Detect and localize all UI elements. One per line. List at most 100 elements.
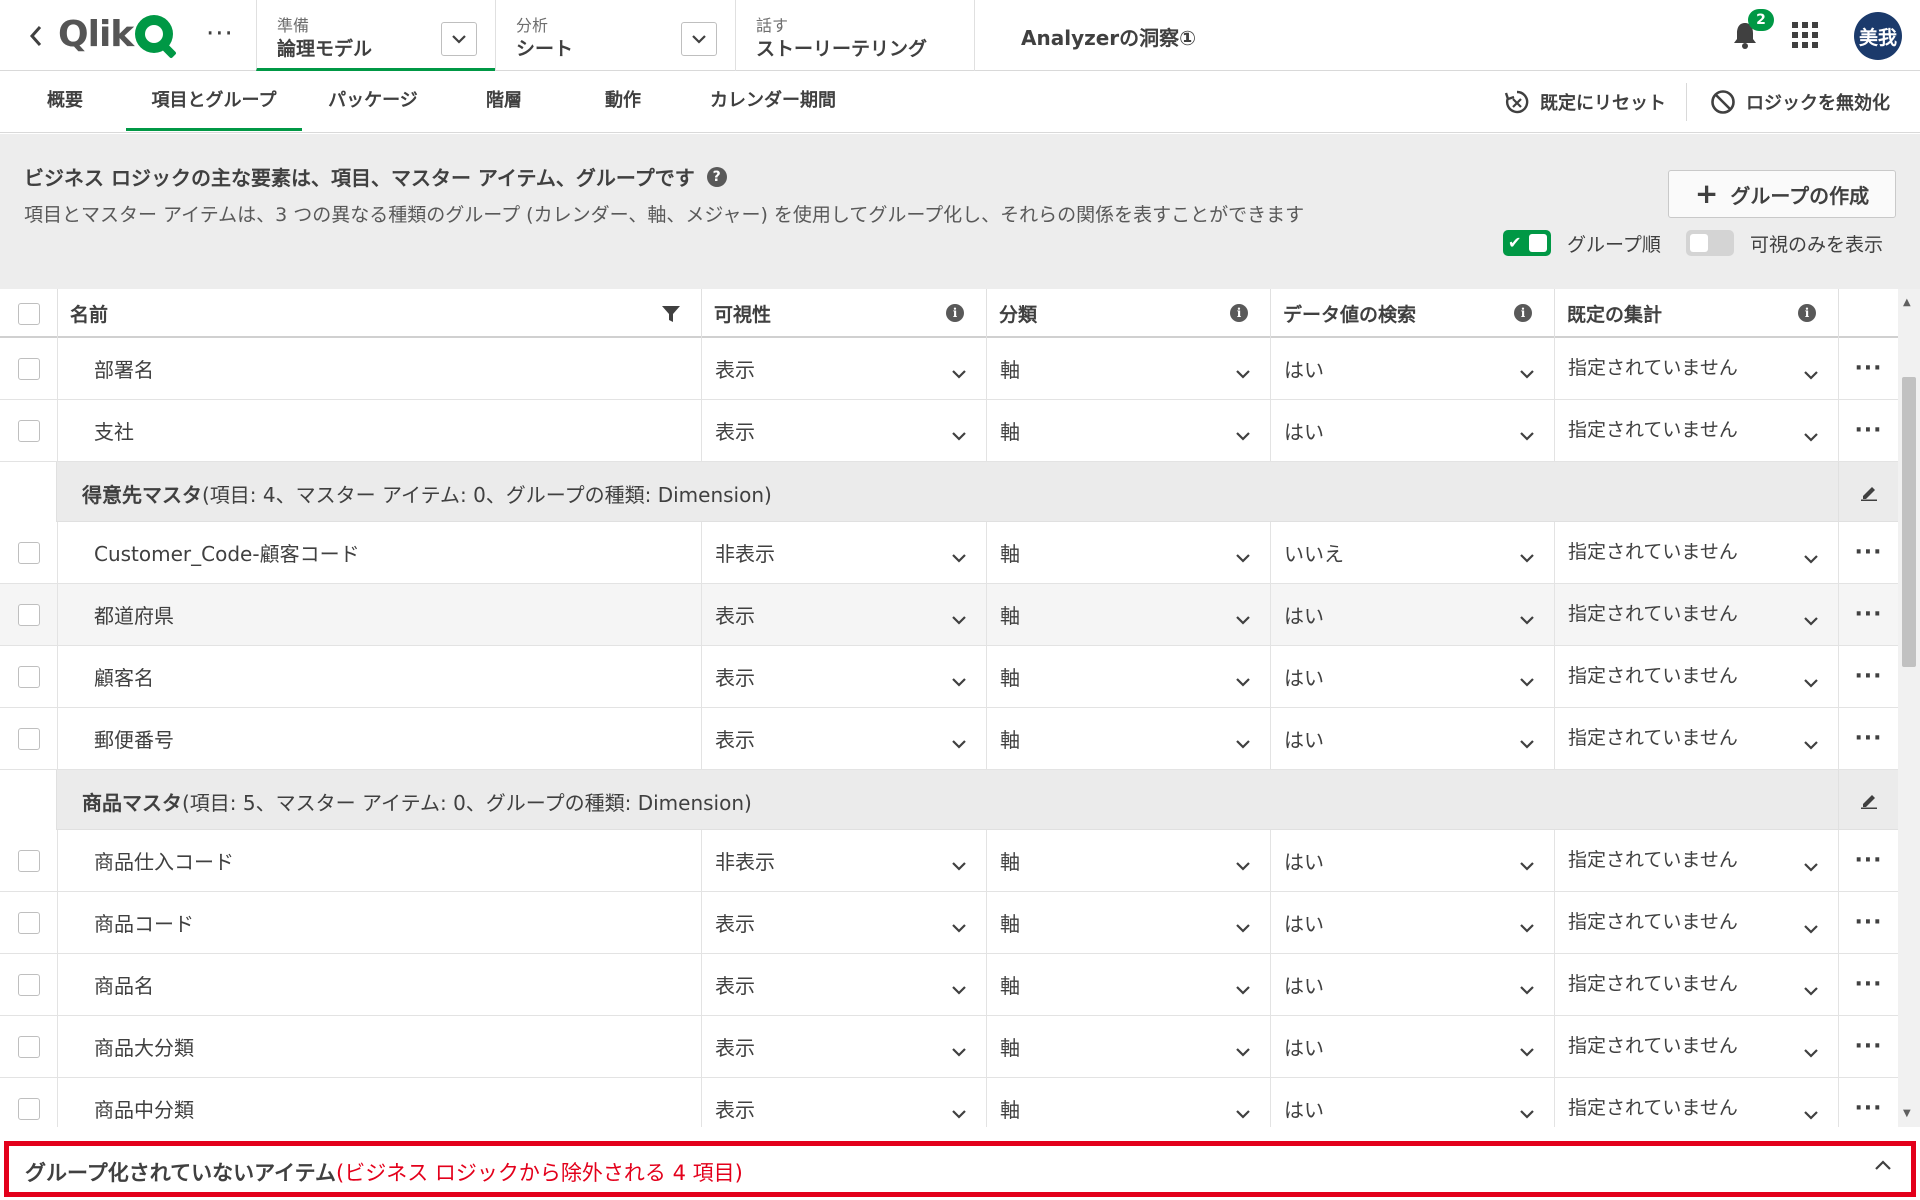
classification-select[interactable]: 軸 — [986, 646, 1270, 707]
classification-select[interactable]: 軸 — [986, 892, 1270, 953]
info-icon[interactable]: i — [1230, 304, 1248, 322]
visibility-select[interactable]: 表示 — [701, 1078, 986, 1127]
stage-narrate[interactable]: 話す ストーリーテリング — [735, 0, 975, 71]
row-more-button[interactable]: ··· — [1838, 1078, 1898, 1127]
more-menu-button[interactable]: ··· — [206, 20, 234, 48]
row-checkbox[interactable] — [17, 727, 40, 750]
search-select[interactable]: はい — [1270, 708, 1554, 769]
row-checkbox[interactable] — [17, 603, 40, 626]
column-header-classification[interactable]: 分類 i — [986, 289, 1270, 338]
classification-select[interactable]: 軸 — [986, 1016, 1270, 1077]
row-checkbox[interactable] — [17, 973, 40, 996]
aggregation-select[interactable]: 指定されていません — [1554, 584, 1838, 645]
visible-only-switch[interactable] — [1686, 230, 1734, 256]
aggregation-select[interactable]: 指定されていません — [1554, 646, 1838, 707]
row-more-button[interactable]: ··· — [1838, 830, 1898, 891]
row-checkbox[interactable] — [17, 419, 40, 442]
aggregation-select[interactable]: 指定されていません — [1554, 400, 1838, 461]
row-more-button[interactable]: ··· — [1838, 646, 1898, 707]
scrollbar-thumb[interactable] — [1902, 377, 1916, 667]
visible-only-toggle[interactable]: 可視のみを表示 — [1686, 228, 1883, 258]
table-row[interactable]: 顧客名 表示 軸 はい 指定されていません ··· — [0, 646, 1898, 708]
table-scrollbar[interactable]: ▲ ▼ — [1898, 289, 1920, 1127]
search-select[interactable]: はい — [1270, 892, 1554, 953]
aggregation-select[interactable]: 指定されていません — [1554, 1078, 1838, 1127]
row-more-button[interactable]: ··· — [1838, 522, 1898, 583]
visibility-select[interactable]: 表示 — [701, 400, 986, 461]
group-order-switch[interactable]: ✔ — [1503, 230, 1551, 256]
search-select[interactable]: いいえ — [1270, 522, 1554, 583]
row-checkbox[interactable] — [17, 849, 40, 872]
visibility-select[interactable]: 表示 — [701, 708, 986, 769]
column-header-visibility[interactable]: 可視性 i — [701, 289, 986, 338]
stage-prepare[interactable]: 準備 論理モデル — [256, 0, 495, 71]
aggregation-select[interactable]: 指定されていません — [1554, 830, 1838, 891]
row-more-button[interactable]: ··· — [1838, 892, 1898, 953]
stage-dropdown-button[interactable] — [441, 22, 477, 56]
info-icon[interactable]: i — [1514, 304, 1532, 322]
classification-select[interactable]: 軸 — [986, 708, 1270, 769]
user-avatar[interactable]: 美我 — [1854, 12, 1902, 60]
search-select[interactable]: はい — [1270, 584, 1554, 645]
classification-select[interactable]: 軸 — [986, 1078, 1270, 1127]
scroll-down-arrow-icon[interactable]: ▼ — [1903, 1108, 1911, 1119]
row-more-button[interactable]: ··· — [1838, 338, 1898, 399]
search-select[interactable]: はい — [1270, 338, 1554, 399]
stage-analyze[interactable]: 分析 シート — [495, 0, 735, 71]
row-more-button[interactable]: ··· — [1838, 400, 1898, 461]
visibility-select[interactable]: 非表示 — [701, 830, 986, 891]
visibility-select[interactable]: 表示 — [701, 338, 986, 399]
table-row[interactable]: 商品コード 表示 軸 はい 指定されていません ··· — [0, 892, 1898, 954]
table-row[interactable]: 商品中分類 表示 軸 はい 指定されていません ··· — [0, 1078, 1898, 1127]
tab-packages[interactable]: パッケージ — [322, 71, 424, 131]
classification-select[interactable]: 軸 — [986, 338, 1270, 399]
classification-select[interactable]: 軸 — [986, 522, 1270, 583]
select-all-checkbox[interactable] — [17, 302, 40, 325]
tab-calendar-periods[interactable]: カレンダー期間 — [704, 71, 842, 131]
row-checkbox[interactable] — [17, 1097, 40, 1120]
row-more-button[interactable]: ··· — [1838, 584, 1898, 645]
help-icon[interactable]: ? — [706, 166, 727, 187]
filter-icon[interactable] — [661, 304, 681, 324]
edit-group-button[interactable] — [1838, 770, 1898, 830]
tab-fields-groups[interactable]: 項目とグループ — [126, 71, 302, 131]
aggregation-select[interactable]: 指定されていません — [1554, 1016, 1838, 1077]
row-checkbox[interactable] — [17, 665, 40, 688]
search-select[interactable]: はい — [1270, 1078, 1554, 1127]
visibility-select[interactable]: 表示 — [701, 892, 986, 953]
column-header-name[interactable]: 名前 — [57, 289, 701, 338]
visibility-select[interactable]: 非表示 — [701, 522, 986, 583]
classification-select[interactable]: 軸 — [986, 400, 1270, 461]
aggregation-select[interactable]: 指定されていません — [1554, 954, 1838, 1015]
search-select[interactable]: はい — [1270, 646, 1554, 707]
row-checkbox[interactable] — [17, 911, 40, 934]
aggregation-select[interactable]: 指定されていません — [1554, 708, 1838, 769]
table-row[interactable]: 商品仕入コード 非表示 軸 はい 指定されていません ··· — [0, 830, 1898, 892]
row-checkbox[interactable] — [17, 541, 40, 564]
stage-dropdown-button[interactable] — [681, 22, 717, 56]
visibility-select[interactable]: 表示 — [701, 646, 986, 707]
group-order-toggle[interactable]: ✔ グループ順 — [1503, 228, 1661, 258]
disable-logic-button[interactable]: ロジックを無効化 — [1710, 85, 1890, 119]
visibility-select[interactable]: 表示 — [701, 954, 986, 1015]
table-row[interactable]: 郵便番号 表示 軸 はい 指定されていません ··· — [0, 708, 1898, 770]
row-more-button[interactable]: ··· — [1838, 708, 1898, 769]
tab-hierarchy[interactable]: 階層 — [482, 71, 526, 131]
classification-select[interactable]: 軸 — [986, 954, 1270, 1015]
tab-overview[interactable]: 概要 — [40, 71, 90, 131]
aggregation-select[interactable]: 指定されていません — [1554, 338, 1838, 399]
info-icon[interactable]: i — [946, 304, 964, 322]
aggregation-select[interactable]: 指定されていません — [1554, 892, 1838, 953]
table-row[interactable]: 都道府県 表示 軸 はい 指定されていません ··· — [0, 584, 1898, 646]
classification-select[interactable]: 軸 — [986, 830, 1270, 891]
table-row[interactable]: Customer_Code-顧客コード 非表示 軸 いいえ 指定されていません ··· — [0, 522, 1898, 584]
reset-to-default-button[interactable]: 既定にリセット — [1504, 85, 1666, 119]
search-select[interactable]: はい — [1270, 830, 1554, 891]
create-group-button[interactable]: + グループの作成 — [1668, 170, 1896, 218]
ungrouped-items-bar[interactable]: グループ化されていないアイテム(ビジネス ロジックから除外される 4 項目) — [4, 1141, 1916, 1197]
table-row[interactable]: 部署名 表示 軸 はい 指定されていません ··· — [0, 338, 1898, 400]
qlik-logo[interactable]: Qlik — [58, 14, 174, 55]
table-row[interactable]: 商品大分類 表示 軸 はい 指定されていません ··· — [0, 1016, 1898, 1078]
table-row[interactable]: 支社 表示 軸 はい 指定されていません ··· — [0, 400, 1898, 462]
search-select[interactable]: はい — [1270, 400, 1554, 461]
